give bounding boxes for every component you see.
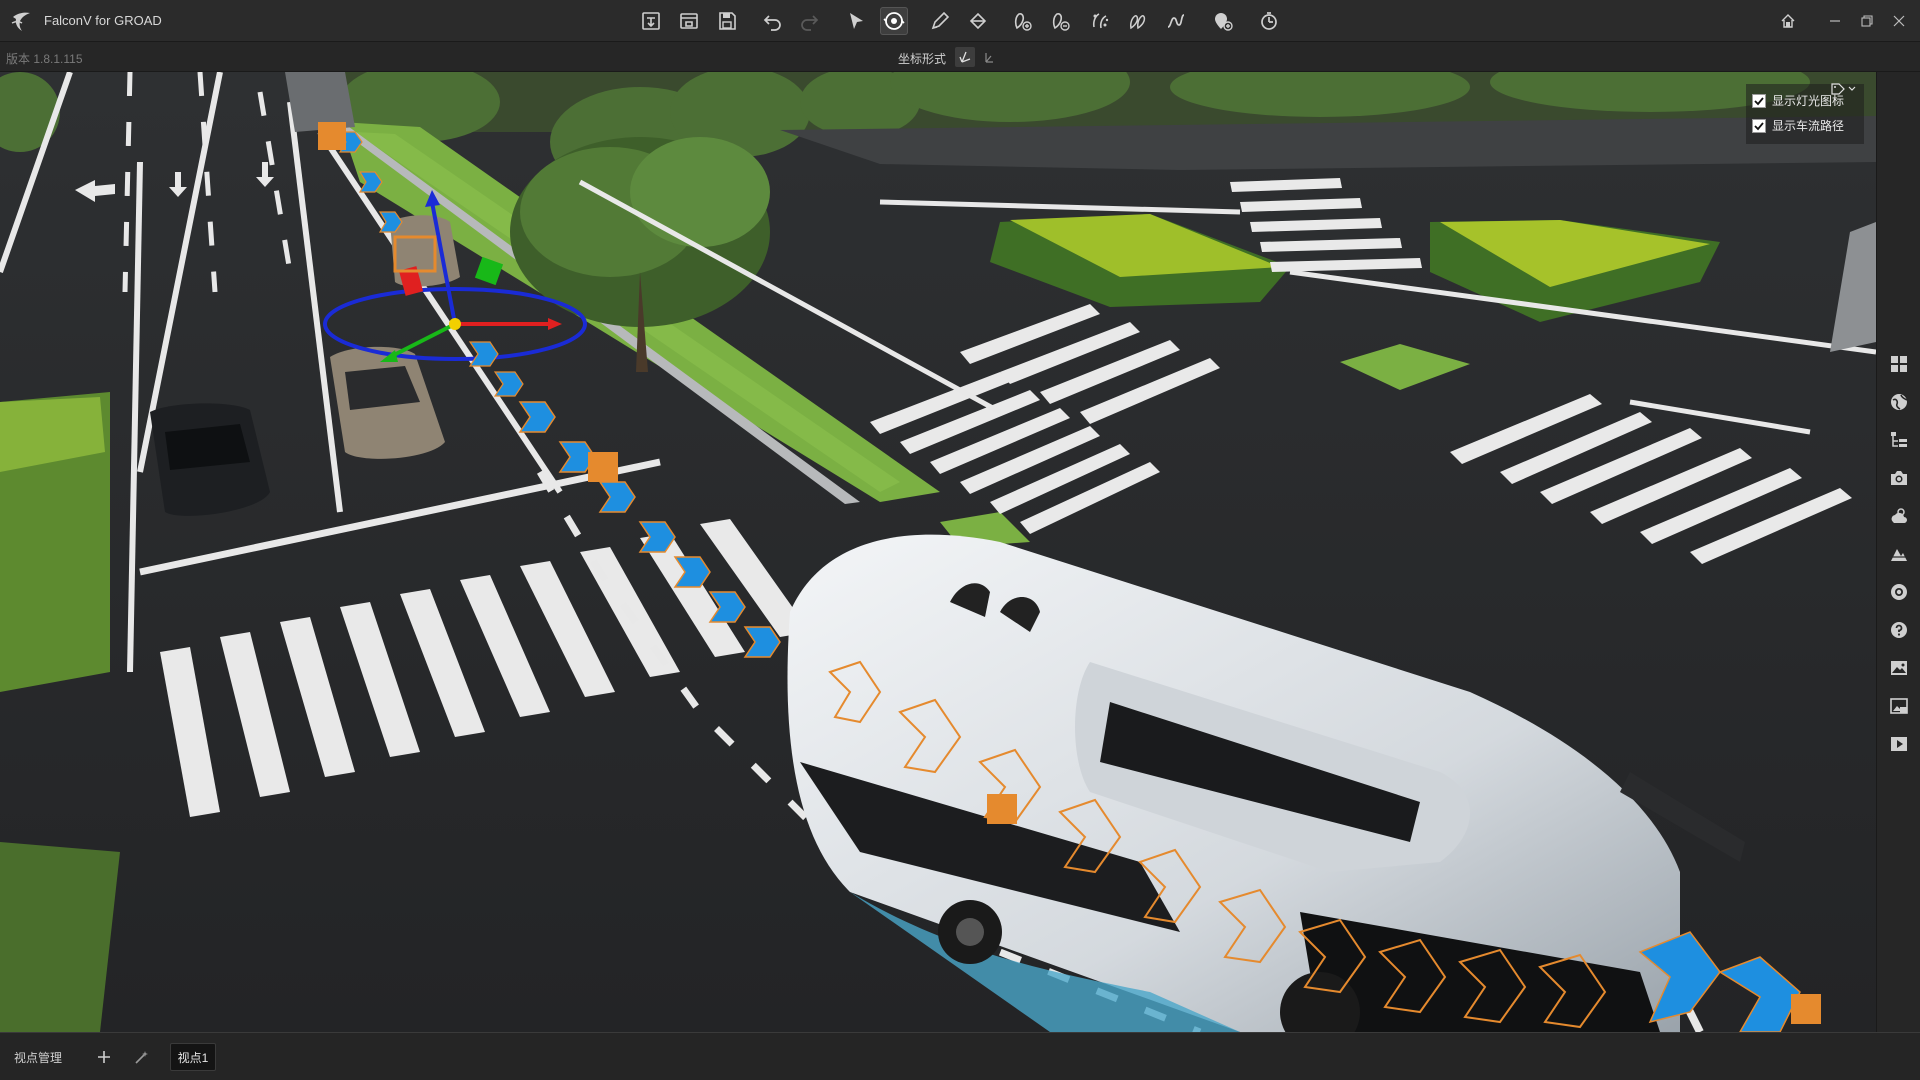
people-button[interactable] bbox=[1124, 7, 1152, 35]
scatter-icon bbox=[1092, 13, 1109, 29]
undo-icon bbox=[763, 15, 781, 31]
paint-bucket-icon bbox=[969, 12, 987, 30]
home-icon bbox=[1781, 14, 1795, 28]
add-vehicle-button[interactable] bbox=[1008, 7, 1036, 35]
fill-button[interactable] bbox=[964, 7, 992, 35]
import-button[interactable] bbox=[637, 7, 665, 35]
restore-icon bbox=[1861, 15, 1873, 27]
image-button[interactable] bbox=[1887, 656, 1911, 680]
weather-icon bbox=[1891, 508, 1907, 523]
tag-dropdown-button[interactable] bbox=[1828, 80, 1860, 98]
camera-icon bbox=[1891, 471, 1907, 485]
camera-button[interactable] bbox=[1887, 466, 1911, 490]
route-button[interactable] bbox=[1162, 7, 1190, 35]
layout-button[interactable] bbox=[1887, 352, 1911, 376]
car-dark bbox=[150, 403, 270, 516]
check-icon bbox=[1754, 96, 1764, 105]
viewpoint-tab[interactable]: 视点1 bbox=[170, 1043, 216, 1071]
close-icon bbox=[1893, 15, 1905, 27]
help-button[interactable] bbox=[1887, 618, 1911, 642]
image-icon bbox=[1891, 661, 1907, 675]
title-bar: FalconV for GROAD bbox=[0, 0, 1920, 42]
world-coord-button[interactable] bbox=[978, 47, 998, 67]
globe-button[interactable] bbox=[1887, 390, 1911, 414]
scene-tree-button[interactable] bbox=[1887, 428, 1911, 452]
open-icon bbox=[680, 13, 698, 29]
add-marker-icon bbox=[1215, 13, 1233, 31]
play-button[interactable] bbox=[1887, 732, 1911, 756]
close-button[interactable] bbox=[1886, 8, 1912, 34]
add-marker-button[interactable] bbox=[1208, 7, 1236, 35]
redo-button[interactable] bbox=[795, 7, 823, 35]
orbit-button[interactable] bbox=[880, 7, 908, 35]
pen-icon bbox=[931, 11, 950, 30]
orbit-icon bbox=[883, 12, 905, 30]
sub-toolbar: 版本 1.8.1.115 坐标形式 bbox=[0, 42, 1920, 72]
show-traffic-path-option[interactable]: 显示车流路径 bbox=[1746, 113, 1864, 138]
help-icon bbox=[1891, 622, 1907, 638]
weather-button[interactable] bbox=[1887, 504, 1911, 528]
viewpoint-bar: 视点管理 视点1 bbox=[0, 1032, 1920, 1080]
timer-icon bbox=[1261, 12, 1277, 30]
people-icon bbox=[1130, 15, 1146, 30]
pen-button[interactable] bbox=[926, 7, 954, 35]
viewpoint-management-button[interactable]: 视点管理 bbox=[14, 1049, 62, 1066]
settings-button[interactable] bbox=[1887, 580, 1911, 604]
terrain-button[interactable] bbox=[1887, 542, 1911, 566]
remove-vehicle-button[interactable] bbox=[1046, 7, 1074, 35]
show-traffic-path-checkbox[interactable] bbox=[1752, 118, 1766, 133]
show-traffic-path-label: 显示车流路径 bbox=[1772, 119, 1845, 133]
app-title: FalconV for GROAD bbox=[44, 13, 162, 28]
globe-icon bbox=[1891, 394, 1908, 410]
magic-wand-icon bbox=[135, 1051, 148, 1064]
coordinate-mode-label: 坐标形式 bbox=[898, 52, 947, 66]
local-coord-button[interactable] bbox=[955, 47, 975, 67]
grid-icon bbox=[1891, 356, 1907, 372]
plus-icon bbox=[98, 1051, 110, 1063]
minimize-button[interactable] bbox=[1822, 8, 1848, 34]
home-button[interactable] bbox=[1775, 8, 1801, 34]
play-icon bbox=[1891, 737, 1907, 751]
undo-button[interactable] bbox=[759, 7, 787, 35]
save-button[interactable] bbox=[713, 7, 741, 35]
show-light-icon-checkbox[interactable] bbox=[1752, 93, 1766, 108]
scatter-button[interactable] bbox=[1086, 7, 1114, 35]
redo-icon bbox=[801, 15, 819, 31]
screenshot-button[interactable] bbox=[1887, 694, 1911, 718]
local-axis-icon bbox=[959, 51, 971, 63]
restore-button[interactable] bbox=[1854, 8, 1880, 34]
tree-list-icon bbox=[1891, 432, 1907, 447]
screenshot-icon bbox=[1890, 698, 1908, 714]
select-button[interactable] bbox=[842, 7, 870, 35]
right-toolbar bbox=[1876, 72, 1920, 1032]
add-vehicle-icon bbox=[1014, 13, 1032, 31]
import-icon bbox=[642, 12, 660, 30]
settings-icon bbox=[1891, 584, 1907, 600]
cursor-icon bbox=[850, 13, 863, 29]
add-viewpoint-button[interactable] bbox=[92, 1045, 116, 1069]
minimize-icon bbox=[1830, 20, 1840, 22]
auto-viewpoint-button[interactable] bbox=[130, 1045, 154, 1069]
check-icon bbox=[1754, 121, 1764, 130]
open-button[interactable] bbox=[675, 7, 703, 35]
route-icon bbox=[1167, 14, 1185, 28]
world-axis-icon bbox=[985, 53, 993, 63]
3d-viewport[interactable]: 显示灯光图标 显示车流路径 bbox=[0, 72, 1876, 1032]
app-logo-icon bbox=[10, 9, 32, 33]
display-options-panel: 显示灯光图标 显示车流路径 bbox=[1746, 83, 1864, 144]
save-icon bbox=[719, 12, 736, 30]
timer-button[interactable] bbox=[1255, 7, 1283, 35]
road-scene bbox=[0, 72, 1876, 1032]
version-label: 版本 1.8.1.115 bbox=[6, 52, 83, 66]
terrain-icon bbox=[1891, 549, 1907, 561]
remove-vehicle-icon bbox=[1052, 13, 1070, 31]
tag-icon bbox=[1831, 83, 1856, 95]
